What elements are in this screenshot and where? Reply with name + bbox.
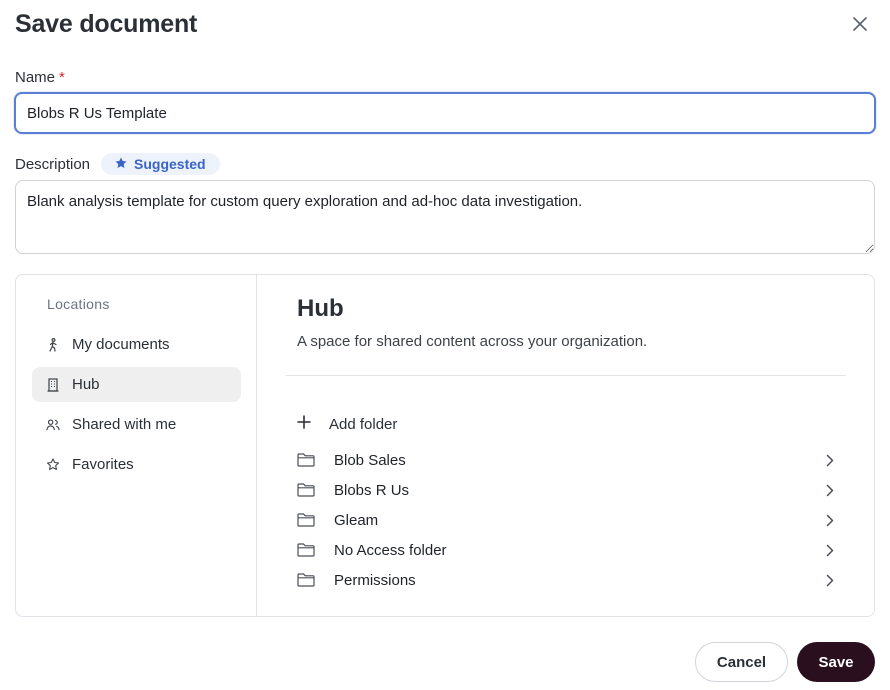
chevron-right-icon (823, 543, 837, 557)
add-folder-button[interactable]: Add folder (297, 413, 397, 435)
add-folder-label: Add folder (329, 415, 398, 433)
required-mark: * (59, 69, 65, 86)
plus-icon (297, 415, 311, 433)
sidebar-item-hub[interactable]: Hub (32, 367, 241, 402)
person-walking-icon (46, 337, 60, 352)
folder-label: No Access folder (334, 541, 447, 559)
folder-icon (297, 512, 317, 528)
folder-icon (297, 572, 317, 588)
folder-icon (297, 452, 317, 468)
dialog-title: Save document (15, 10, 198, 38)
name-label-row: Name * (15, 69, 65, 86)
sidebar-item-my-documents[interactable]: My documents (32, 327, 241, 362)
folder-row-permissions[interactable]: Permissions (297, 567, 837, 593)
folder-row-gleam[interactable]: Gleam (297, 507, 837, 533)
chevron-right-icon (823, 483, 837, 497)
name-label: Name (15, 69, 56, 86)
save-button[interactable]: Save (797, 642, 875, 682)
chevron-right-icon (823, 453, 837, 467)
close-icon (853, 16, 867, 36)
suggested-badge-label: Suggested (134, 156, 206, 172)
hub-content: Hub A space for shared content across yo… (257, 275, 874, 616)
locations-sidebar: Locations My documents Hub Shared with m… (16, 275, 257, 616)
sidebar-item-label: Shared with me (72, 416, 177, 433)
locations-heading: Locations (47, 296, 110, 312)
description-textarea[interactable]: Blank analysis template for custom query… (15, 180, 875, 254)
close-button[interactable] (846, 12, 874, 40)
sidebar-item-favorites[interactable]: Favorites (32, 447, 241, 482)
cancel-button[interactable]: Cancel (695, 642, 788, 682)
divider (286, 375, 846, 376)
folder-row-blob-sales[interactable]: Blob Sales (297, 447, 837, 473)
star-outline-icon (46, 458, 60, 472)
folder-label: Permissions (334, 571, 416, 589)
folder-label: Blobs R Us (334, 481, 410, 499)
star-icon (114, 156, 128, 173)
location-picker: Locations My documents Hub Shared with m… (15, 274, 875, 617)
name-input[interactable] (14, 92, 876, 134)
chevron-right-icon (823, 573, 837, 587)
sidebar-item-label: My documents (72, 336, 170, 353)
users-icon (46, 418, 60, 432)
folder-row-blobs-r-us[interactable]: Blobs R Us (297, 477, 837, 503)
sidebar-item-label: Hub (72, 376, 100, 393)
folder-icon (297, 542, 317, 558)
chevron-right-icon (823, 513, 837, 527)
sidebar-item-shared-with-me[interactable]: Shared with me (32, 407, 241, 442)
hub-description: A space for shared content across your o… (297, 333, 648, 350)
building-icon (46, 377, 60, 392)
description-label-row: Description Suggested (15, 153, 220, 175)
folder-row-no-access-folder[interactable]: No Access folder (297, 537, 837, 563)
folder-label: Blob Sales (334, 451, 406, 469)
sidebar-item-label: Favorites (72, 456, 134, 473)
description-label: Description (15, 155, 91, 173)
save-document-dialog: Save document Name* Description Suggeste… (0, 0, 890, 690)
hub-title: Hub (297, 295, 344, 322)
suggested-badge[interactable]: Suggested (101, 153, 220, 175)
folder-icon (297, 482, 317, 498)
folder-label: Gleam (334, 511, 379, 529)
